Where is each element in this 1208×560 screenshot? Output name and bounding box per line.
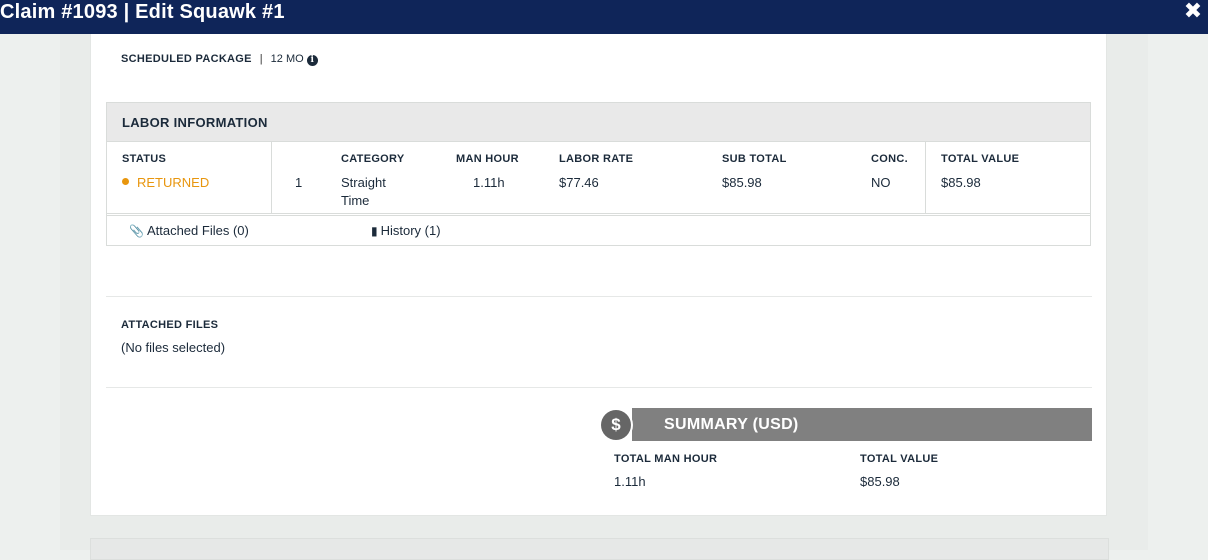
total-man-hour-label: TOTAL MAN HOUR: [614, 453, 718, 465]
total-value-value: $85.98: [860, 474, 900, 489]
summary-header: SUMMARY (USD): [632, 408, 1092, 441]
cell-category-line2: Time: [341, 193, 370, 208]
attached-files-link[interactable]: 📎 Attached Files (0): [129, 223, 249, 239]
col-sub-total: SUB TOTAL: [722, 153, 787, 165]
total-value-label: TOTAL VALUE: [860, 453, 939, 465]
paperclip-icon: 📎: [129, 224, 144, 238]
row-divider: [107, 213, 1090, 214]
cell-conc: NO: [871, 175, 891, 190]
cell-category-line1: Straight: [341, 175, 386, 190]
scheduled-package-label: SCHEDULED PACKAGE: [121, 53, 252, 65]
column-divider: [925, 141, 926, 214]
attached-files-value: (No files selected): [121, 340, 226, 355]
info-icon[interactable]: i: [306, 55, 318, 66]
total-man-hour-value: 1.11h: [614, 474, 646, 489]
separator: |: [259, 53, 263, 65]
modal-title: Claim #1093 | Edit Squawk #1: [0, 1, 285, 23]
cell-labor-rate: $77.46: [559, 175, 599, 190]
scheduled-package-value: 12 MO: [270, 53, 304, 65]
history-link-label: History (1): [380, 223, 441, 238]
close-icon[interactable]: ✖: [1182, 0, 1204, 22]
status-dot-icon: [122, 178, 129, 185]
col-category: CATEGORY: [341, 153, 405, 165]
row-divider: [107, 215, 1090, 216]
summary-title: SUMMARY (USD): [664, 416, 799, 433]
cell-category: Straight Time: [341, 174, 386, 210]
labor-information-header: LABOR INFORMATION: [107, 103, 1090, 142]
cell-man-hour: 1.11h: [473, 175, 505, 190]
next-card: [90, 538, 1109, 560]
section-divider: [106, 387, 1092, 388]
scheduled-package: SCHEDULED PACKAGE | 12 MO i: [121, 52, 318, 66]
dollar-icon: $: [599, 408, 633, 442]
col-total-value: TOTAL VALUE: [941, 153, 1020, 165]
attached-files-label: ATTACHED FILES: [121, 319, 219, 331]
col-conc: CONC.: [871, 153, 908, 165]
book-icon: ▮: [371, 224, 378, 238]
cell-sub-total: $85.98: [722, 175, 762, 190]
labor-information-title: LABOR INFORMATION: [122, 115, 268, 130]
attached-files-link-label: Attached Files (0): [146, 223, 249, 238]
section-divider: [106, 296, 1092, 297]
cell-total-value: $85.98: [941, 175, 981, 190]
status-badge: RETURNED: [122, 174, 209, 192]
status-text: RETURNED: [137, 175, 210, 190]
col-man-hour: MAN HOUR: [456, 153, 519, 165]
col-status: STATUS: [122, 153, 167, 165]
column-divider: [271, 141, 272, 214]
modal-titlebar: Claim #1093 | Edit Squawk #1 ✖: [0, 0, 1208, 34]
row-index: 1: [295, 175, 303, 190]
history-link[interactable]: ▮ History (1): [371, 223, 441, 239]
col-labor-rate: LABOR RATE: [559, 153, 634, 165]
